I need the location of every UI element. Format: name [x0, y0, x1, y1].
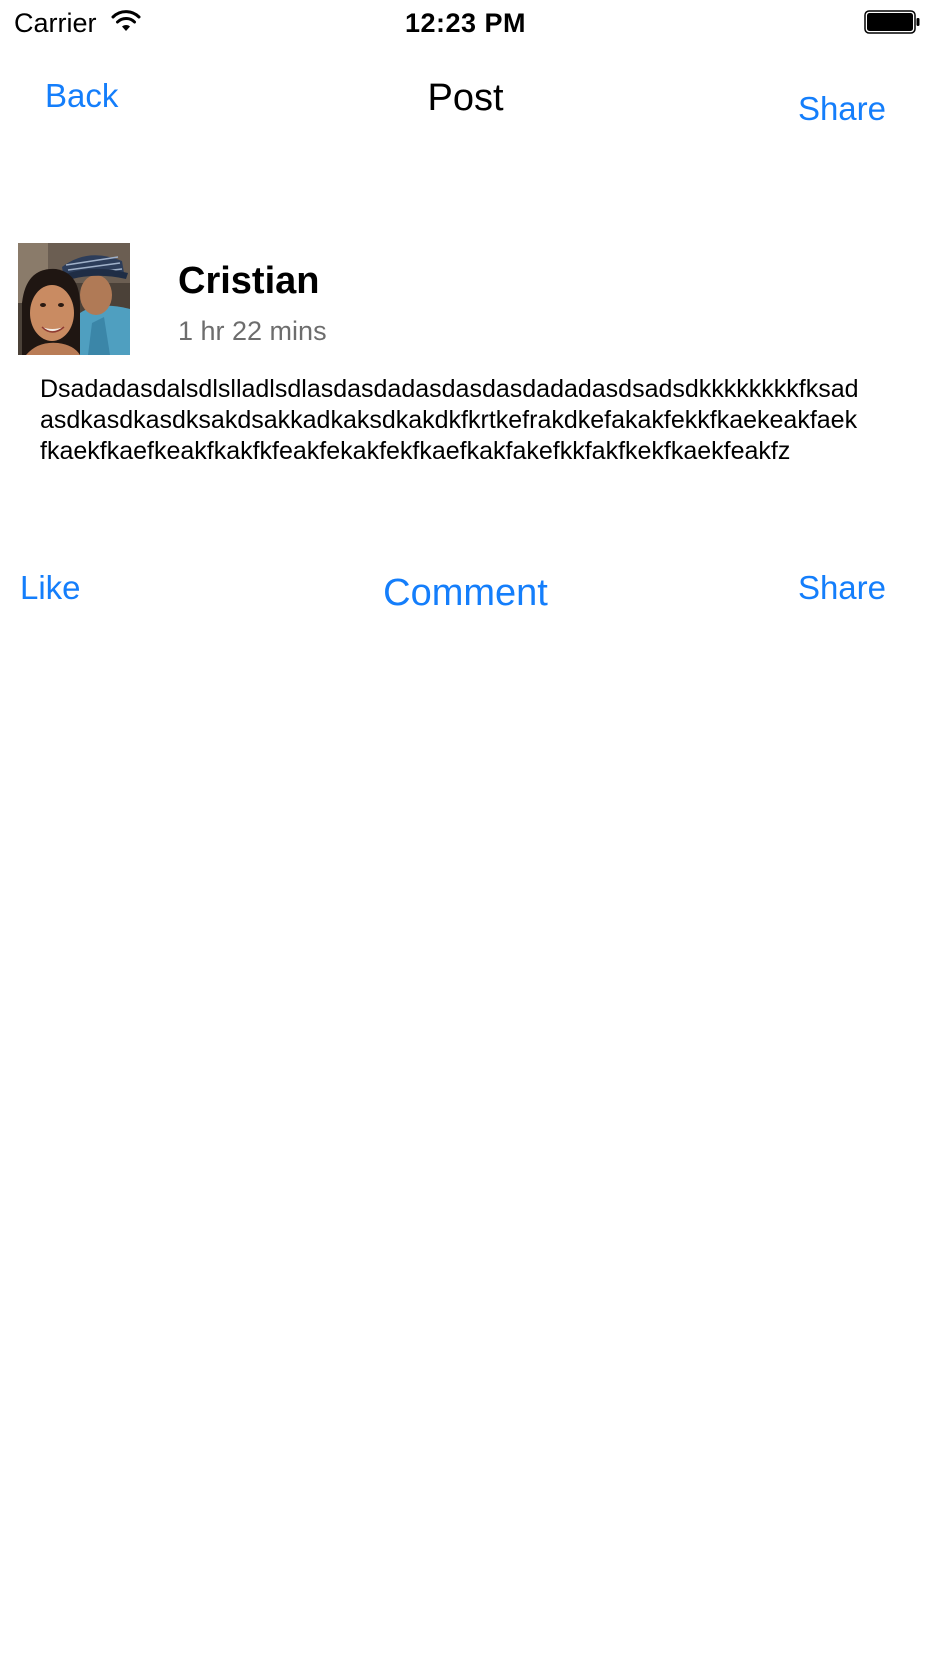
post-body-text: Dsadadasdalsdlslladlsdlasdasdadasdasdasd…: [40, 375, 859, 465]
comment-button[interactable]: Comment: [383, 572, 548, 614]
author-name[interactable]: Cristian: [178, 258, 319, 304]
like-button[interactable]: Like: [20, 568, 81, 608]
nav-share-button[interactable]: Share: [798, 89, 886, 129]
page-title: Post: [427, 77, 504, 119]
battery-icon: [864, 10, 920, 34]
share-button[interactable]: Share: [798, 568, 886, 608]
comment-button-row: Comment: [0, 570, 931, 616]
post-timestamp: 1 hr 22 mins: [178, 316, 327, 346]
avatar[interactable]: [18, 243, 130, 355]
avatar-photo: [18, 243, 130, 355]
status-time: 12:23 PM: [404, 8, 527, 38]
